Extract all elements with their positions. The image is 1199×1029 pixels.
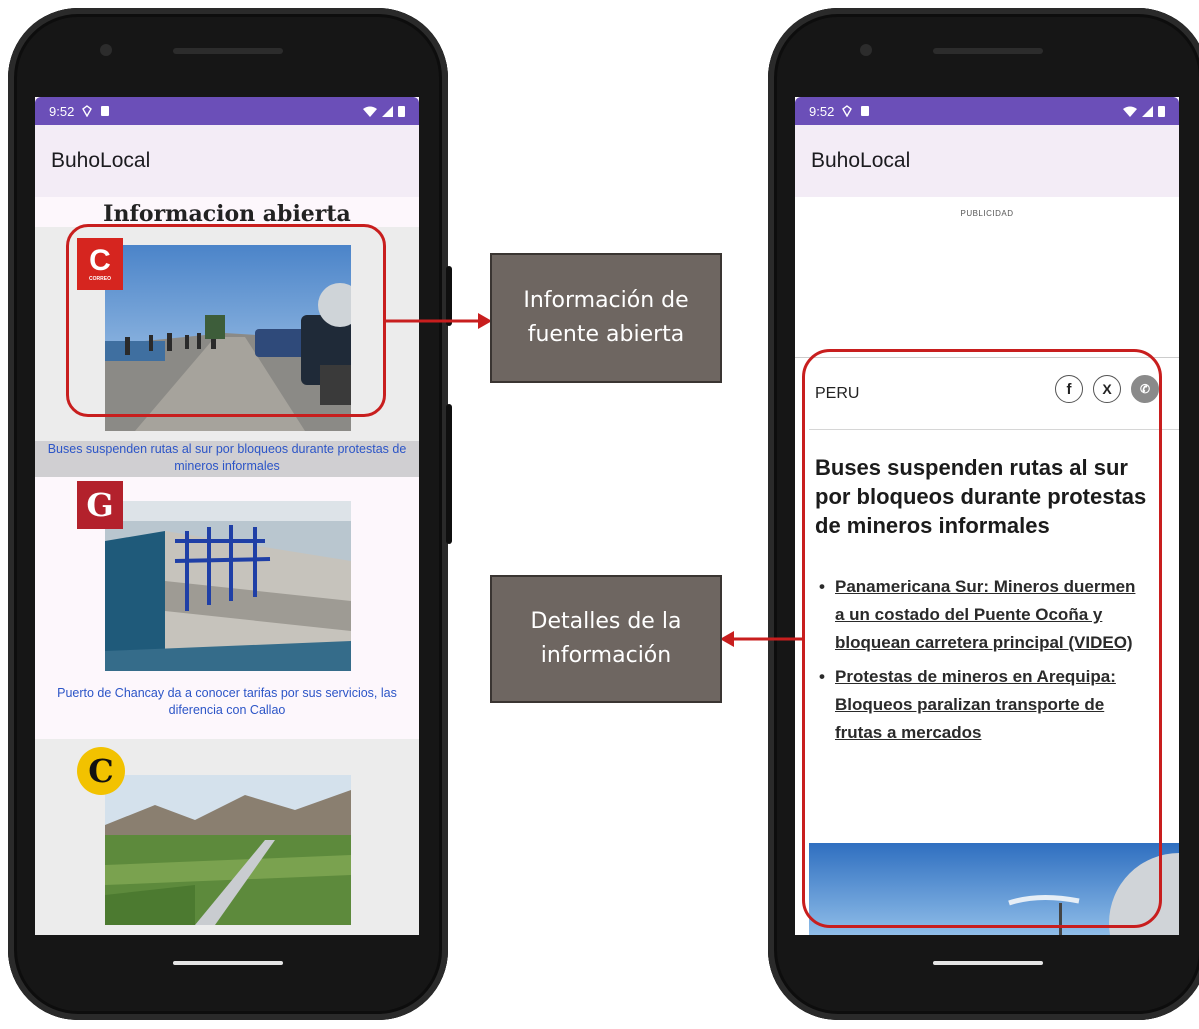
status-time: 9:52 [49, 103, 75, 119]
news-caption-1[interactable]: Buses suspenden rutas al sur por bloqueo… [35, 441, 419, 477]
arrow-right-icon [384, 313, 492, 329]
status-time: 9:52 [809, 103, 835, 119]
earpiece-speaker [173, 48, 283, 54]
sim-card-icon [101, 106, 110, 116]
wifi-icon [1123, 106, 1137, 117]
news-caption-2[interactable]: Puerto de Chancay da a conocer tarifas p… [35, 685, 419, 725]
signal-icon [1142, 105, 1153, 117]
gestion-logo: G [77, 481, 123, 529]
status-bar: 9:52 [795, 97, 1179, 125]
comercio-logo-letter: C [88, 752, 114, 790]
app-title: BuhoLocal [811, 149, 911, 172]
figure-stage: 9:52 BuhoLocal Informacion abierta C COR… [0, 0, 1199, 1029]
gestion-logo-letter: G [86, 486, 114, 524]
callout-open-source: Información de fuente abierta [490, 253, 722, 383]
highlight-article-details [802, 349, 1162, 928]
highlight-news-card [66, 224, 386, 417]
battery-icon [398, 106, 405, 117]
app-bar: BuhoLocal [35, 125, 419, 197]
phone-left: 9:52 BuhoLocal Informacion abierta C COR… [8, 8, 452, 1020]
news-card-2[interactable]: G Puerto de Chancay da a conocer tarifas… [35, 477, 419, 739]
comercio-logo: C [77, 747, 125, 795]
location-icon [842, 105, 853, 117]
front-camera [860, 44, 872, 56]
news-card-3[interactable]: C [35, 739, 419, 935]
news-image-3 [105, 775, 351, 925]
app-title: BuhoLocal [51, 149, 151, 172]
signal-icon [382, 105, 393, 117]
status-bar: 9:52 [35, 97, 419, 125]
status-right-icons [363, 105, 405, 117]
front-camera [100, 44, 112, 56]
earpiece-speaker [933, 48, 1043, 54]
home-indicator[interactable] [933, 961, 1043, 965]
location-icon [82, 105, 93, 117]
home-indicator[interactable] [173, 961, 283, 965]
news-image-2 [105, 501, 351, 671]
left-screen: 9:52 BuhoLocal Informacion abierta C COR… [35, 97, 419, 935]
app-bar: BuhoLocal [795, 125, 1179, 197]
sim-card-icon [861, 106, 870, 116]
status-right-icons [1123, 105, 1165, 117]
wifi-icon [363, 106, 377, 117]
ad-label: PUBLICIDAD [960, 209, 1014, 218]
arrow-left-icon [720, 631, 804, 647]
callout-details: Detalles de la información [490, 575, 722, 703]
volume-button [446, 404, 452, 544]
battery-icon [1158, 106, 1165, 117]
